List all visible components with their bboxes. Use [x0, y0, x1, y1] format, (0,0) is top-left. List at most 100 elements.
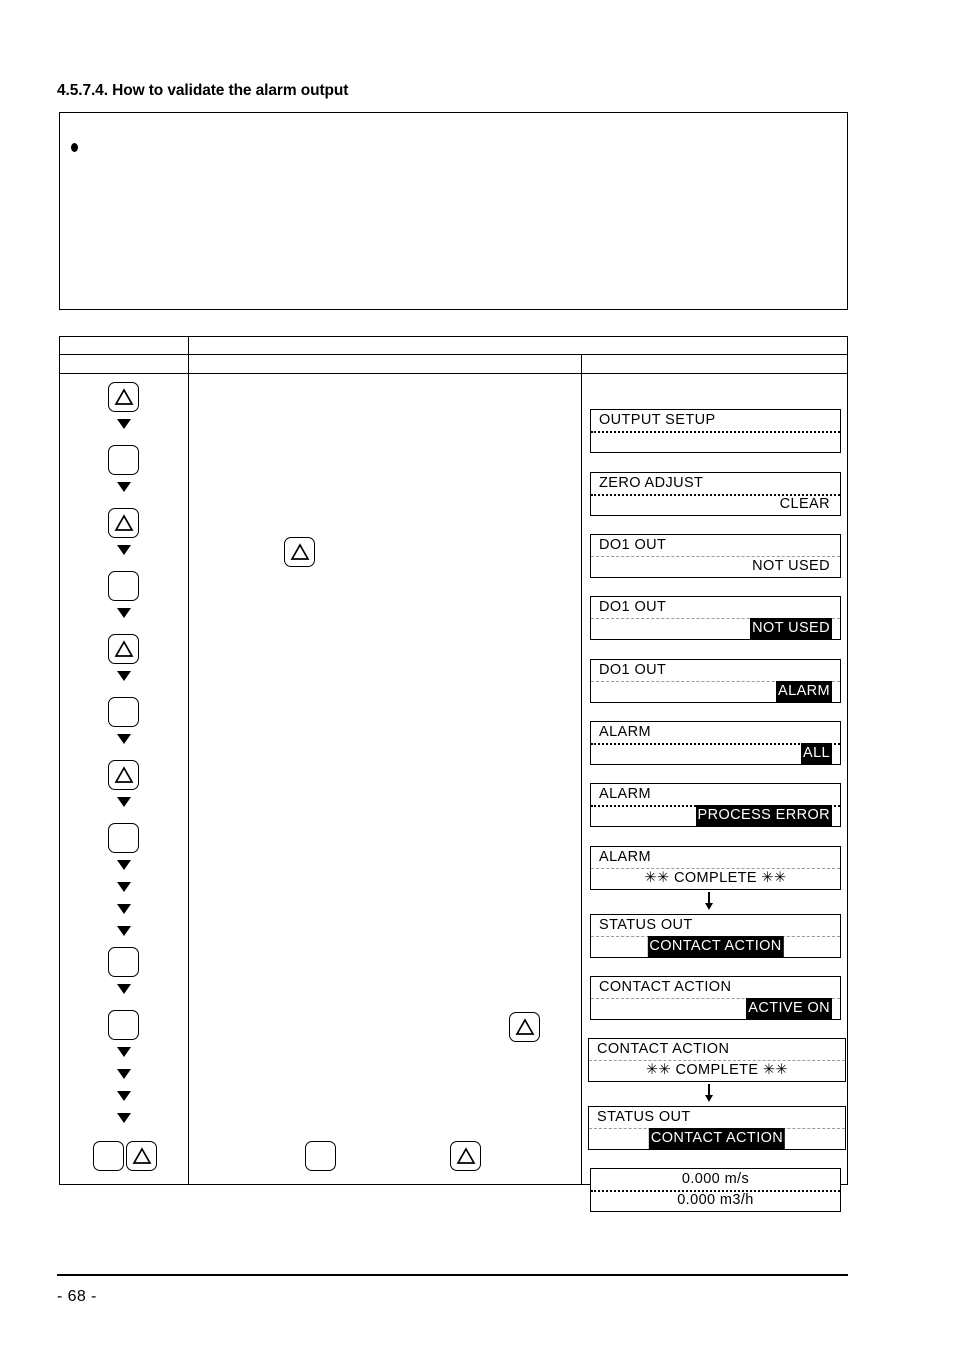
arrow-down-icon — [117, 904, 131, 914]
lcd-line-2: CONTACT ACTION — [589, 1128, 845, 1149]
lcd-display-do1-out-not-used: DO1 OUT NOT USED — [590, 534, 841, 578]
key-triangle-up[interactable] — [450, 1141, 481, 1171]
arrow-down-icon — [117, 482, 131, 492]
key-blank[interactable] — [93, 1141, 124, 1171]
lcd-line-2-text: CONTACT ACTION — [648, 1128, 786, 1149]
arrow-down-icon — [117, 1113, 131, 1123]
arrow-down-icon — [117, 984, 131, 994]
lcd-line-1-text: ALARM — [599, 786, 651, 802]
lcd-line-2-text: ALARM — [776, 681, 832, 702]
arrow-down-icon — [117, 734, 131, 744]
key-blank[interactable] — [108, 947, 139, 977]
lcd-line-2: NOT USED — [591, 618, 840, 639]
lcd-line-1: DO1 OUT — [591, 597, 840, 618]
arrow-down-icon — [117, 1047, 131, 1057]
lcd-display-contact-action-complete: CONTACT ACTION ✳✳ COMPLETE ✳✳ — [588, 1038, 846, 1082]
page-number: - 68 - — [57, 1288, 97, 1305]
arrow-down-icon — [117, 1069, 131, 1079]
lcd-display-zero-adjust: ZERO ADJUST CLEAR — [590, 472, 841, 516]
lcd-line-1-text: DO1 OUT — [599, 662, 667, 678]
lcd-line-1: STATUS OUT — [589, 1107, 845, 1128]
lcd-display-contact-action-active-on-selected: CONTACT ACTION ACTIVE ON — [590, 976, 841, 1020]
table-header-divider-1 — [60, 354, 847, 355]
lcd-line-1-text: STATUS OUT — [599, 917, 693, 933]
lcd-line-2: 0.000 m3/h — [591, 1190, 840, 1211]
description-column — [188, 373, 581, 1184]
lcd-line-2-text: ACTIVE ON — [746, 998, 832, 1019]
lcd-line-1: DO1 OUT — [591, 660, 840, 681]
key-triangle-up[interactable] — [509, 1012, 540, 1042]
arrow-down-icon — [117, 860, 131, 870]
lcd-display-alarm-all-selected: ALARM ALL — [590, 721, 841, 765]
key-triangle-up[interactable] — [126, 1141, 157, 1171]
key-blank[interactable] — [108, 697, 139, 727]
lcd-line-2 — [591, 431, 840, 452]
lcd-line-1-text: ZERO ADJUST — [599, 475, 704, 491]
key-triangle-up[interactable] — [108, 634, 139, 664]
key-triangle-up[interactable] — [108, 382, 139, 412]
lcd-line-1-text: CONTACT ACTION — [599, 979, 732, 995]
lcd-line-2: ✳✳ COMPLETE ✳✳ — [589, 1060, 845, 1081]
bullet-point-icon — [71, 143, 78, 152]
arrow-down-icon — [117, 419, 131, 429]
lcd-line-2: ACTIVE ON — [591, 998, 840, 1019]
lcd-line-2-text: NOT USED — [750, 618, 832, 639]
lcd-display-output-setup: OUTPUT SETUP — [590, 409, 841, 453]
key-blank[interactable] — [305, 1141, 336, 1171]
lcd-line-2: ✳✳ COMPLETE ✳✳ — [591, 868, 840, 889]
arrow-down-icon — [117, 926, 131, 936]
key-blank[interactable] — [108, 571, 139, 601]
lcd-display-status-out-contact-action-selected-2: STATUS OUT CONTACT ACTION — [588, 1106, 846, 1150]
lcd-line-1: ALARM — [591, 722, 840, 743]
display-column: OUTPUT SETUP ZERO ADJUST CLEAR DO1 OUT NOT U… — [581, 373, 847, 1212]
lcd-line-1-text: 0.000 m/s — [681, 1171, 750, 1187]
lcd-display-measurement-readout: 0.000 m/s 0.000 m3/h — [590, 1168, 841, 1212]
key-blank[interactable] — [108, 823, 139, 853]
key-triangle-up[interactable] — [108, 760, 139, 790]
note-box — [59, 112, 848, 310]
lcd-line-1: ALARM — [591, 847, 840, 868]
key-blank[interactable] — [108, 445, 139, 475]
lcd-line-2-text: ✳✳ COMPLETE ✳✳ — [645, 1062, 789, 1078]
lcd-display-do1-out-not-used-selected: DO1 OUT NOT USED — [590, 596, 841, 640]
lcd-line-2: NOT USED — [591, 556, 840, 577]
lcd-line-2-text: NOT USED — [752, 558, 830, 574]
arrow-down-icon — [117, 545, 131, 555]
arrow-down-icon — [117, 608, 131, 618]
lcd-line-1-text: ALARM — [599, 724, 651, 740]
key-sequence-column — [60, 373, 188, 1184]
page-title: 4.5.7.4. How to validate the alarm outpu… — [57, 82, 349, 99]
key-triangle-up[interactable] — [108, 508, 139, 538]
lcd-line-1-text: OUTPUT SETUP — [599, 412, 716, 428]
lcd-line-2-text: CONTACT ACTION — [647, 936, 784, 957]
arrow-down-icon — [117, 797, 131, 807]
lcd-line-1: DO1 OUT — [591, 535, 840, 556]
lcd-line-1: OUTPUT SETUP — [591, 410, 840, 431]
lcd-line-2: CLEAR — [591, 494, 840, 515]
lcd-line-1-text: ALARM — [599, 849, 651, 865]
lcd-line-2-text: ✳✳ COMPLETE ✳✳ — [644, 870, 787, 886]
lcd-line-2-text: PROCESS ERROR — [695, 805, 832, 826]
lcd-display-status-out-contact-action-selected: STATUS OUT CONTACT ACTION — [590, 914, 841, 958]
lcd-line-1-text: DO1 OUT — [599, 599, 667, 615]
lcd-display-alarm-process-error-selected: ALARM PROCESS ERROR — [590, 783, 841, 827]
procedure-table: OUTPUT SETUP ZERO ADJUST CLEAR DO1 OUT NOT U… — [59, 336, 848, 1212]
lcd-display-do1-out-alarm-selected: DO1 OUT ALARM — [590, 659, 841, 703]
arrow-down-icon — [117, 882, 131, 892]
lcd-line-1: CONTACT ACTION — [589, 1039, 845, 1060]
lcd-line-2: CONTACT ACTION — [591, 936, 840, 957]
lcd-line-2: ALARM — [591, 681, 840, 702]
lcd-line-2-text: ALL — [801, 743, 832, 764]
lcd-line-2-text: CLEAR — [779, 496, 830, 512]
lcd-line-1: ZERO ADJUST — [591, 473, 840, 494]
lcd-display-alarm-complete: ALARM ✳✳ COMPLETE ✳✳ — [590, 846, 841, 890]
lcd-line-1-text: CONTACT ACTION — [597, 1041, 730, 1057]
lcd-line-1-text: STATUS OUT — [597, 1109, 691, 1125]
lcd-line-1: 0.000 m/s — [591, 1169, 840, 1190]
lcd-line-1: CONTACT ACTION — [591, 977, 840, 998]
key-triangle-up[interactable] — [284, 537, 315, 567]
key-blank[interactable] — [108, 1010, 139, 1040]
lcd-line-2: ALL — [591, 743, 840, 764]
arrow-down-icon — [117, 671, 131, 681]
lcd-line-1-text: DO1 OUT — [599, 537, 667, 553]
